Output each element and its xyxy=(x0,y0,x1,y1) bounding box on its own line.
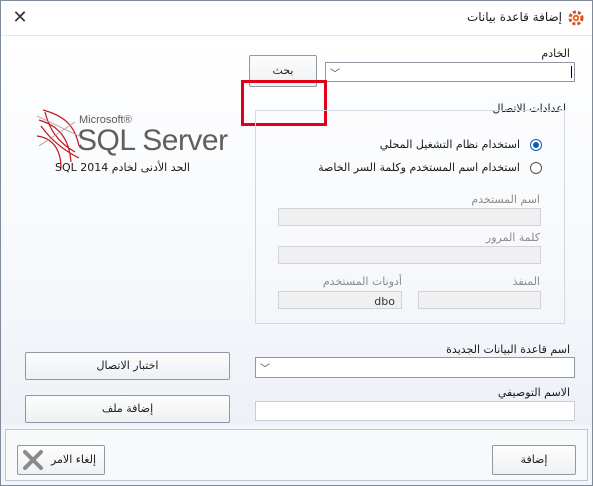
username-field[interactable] xyxy=(278,208,541,226)
port-label: المنفذ xyxy=(512,275,540,288)
dialog-body: Microsoft® SQL Server الحد الأدنى لخادم … xyxy=(1,36,592,425)
cancel-x-icon xyxy=(23,450,43,470)
title-bar: ✕ إضافة قاعدة بيانات xyxy=(1,1,592,36)
username-label: اسم المستخدم xyxy=(471,193,540,206)
password-field[interactable] xyxy=(278,246,541,264)
description-label: الاسم التوصيفي xyxy=(497,386,570,399)
windows-auth-radio[interactable] xyxy=(530,139,542,151)
min-version-note: الحد الأدنى لخادم SQL 2014 xyxy=(54,161,190,174)
schema-label: أدونات المستخدم xyxy=(322,275,402,288)
schema-field[interactable]: dbo xyxy=(278,291,402,309)
sql-auth-label[interactable]: استخدام اسم المستخدم وكلمة السر الخاصة xyxy=(318,161,520,174)
port-field[interactable] xyxy=(418,291,541,309)
server-combobox[interactable]: ﹀ xyxy=(325,62,575,82)
dialog-footer: إلغاء الامر إضافة xyxy=(1,425,592,485)
add-file-button[interactable]: إضافة ملف xyxy=(25,395,230,423)
server-label: الخادم xyxy=(541,47,570,60)
add-button[interactable]: إضافة xyxy=(492,445,576,475)
description-field[interactable] xyxy=(255,401,575,421)
add-database-dialog: ✕ إضافة قاعدة بيانات Microsoft® SQL Serv… xyxy=(0,0,593,486)
chevron-down-icon[interactable]: ﹀ xyxy=(330,65,340,80)
new-database-label: اسم قاعدة البيانات الجديدة xyxy=(446,343,570,356)
close-icon[interactable]: ✕ xyxy=(9,7,31,29)
test-connection-button[interactable]: اختبار الاتصال xyxy=(25,352,230,380)
cancel-button[interactable]: إلغاء الامر xyxy=(17,445,105,475)
logo-sql-server-text: SQL Server xyxy=(77,124,228,157)
new-database-combobox[interactable]: ﹀ xyxy=(255,357,575,378)
windows-auth-label[interactable]: استخدام نظام التشغيل المحلي xyxy=(380,138,520,151)
window-title: إضافة قاعدة بيانات xyxy=(466,10,562,24)
sql-auth-radio[interactable] xyxy=(530,162,542,174)
connection-settings-group: استخدام نظام التشغيل المحلي استخدام اسم … xyxy=(255,110,565,324)
text-cursor xyxy=(571,66,572,78)
password-label: كلمة المرور xyxy=(485,231,540,244)
chevron-down-icon[interactable]: ﹀ xyxy=(260,360,270,375)
gear-icon xyxy=(568,10,584,26)
